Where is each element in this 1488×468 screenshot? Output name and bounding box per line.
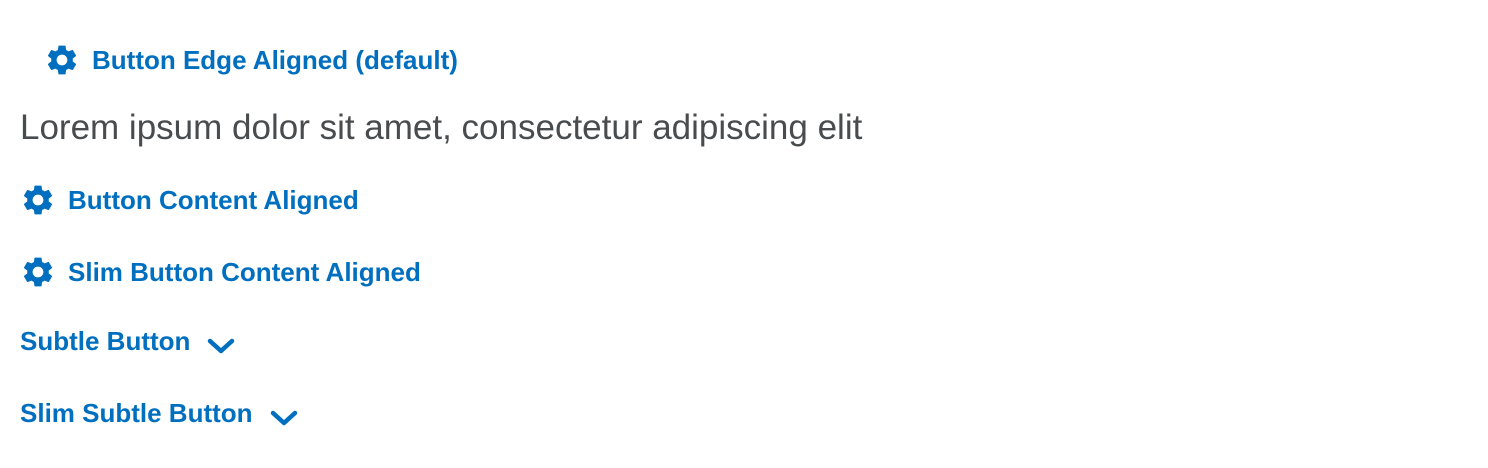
subtle-button-label: Subtle Button (20, 326, 191, 356)
slim-subtle-button[interactable]: Slim Subtle Button (20, 398, 299, 429)
button-edge-aligned-label: Button Edge Aligned (default) (92, 44, 458, 75)
button-content-aligned[interactable]: Button Content Aligned (20, 182, 359, 218)
gear-icon (20, 254, 56, 290)
gear-icon (44, 42, 80, 78)
button-edge-aligned[interactable]: Button Edge Aligned (default) (44, 42, 458, 78)
chevron-down-icon (206, 335, 236, 355)
gear-icon (20, 182, 56, 218)
button-content-aligned-label: Button Content Aligned (68, 184, 359, 215)
body-text: Lorem ipsum dolor sit amet, consectetur … (20, 108, 863, 147)
chevron-down-icon (269, 407, 299, 427)
slim-button-content-aligned[interactable]: Slim Button Content Aligned (20, 254, 421, 290)
slim-subtle-button-label: Slim Subtle Button (20, 398, 253, 428)
subtle-button[interactable]: Subtle Button (20, 326, 236, 357)
slim-button-content-aligned-label: Slim Button Content Aligned (68, 256, 421, 287)
